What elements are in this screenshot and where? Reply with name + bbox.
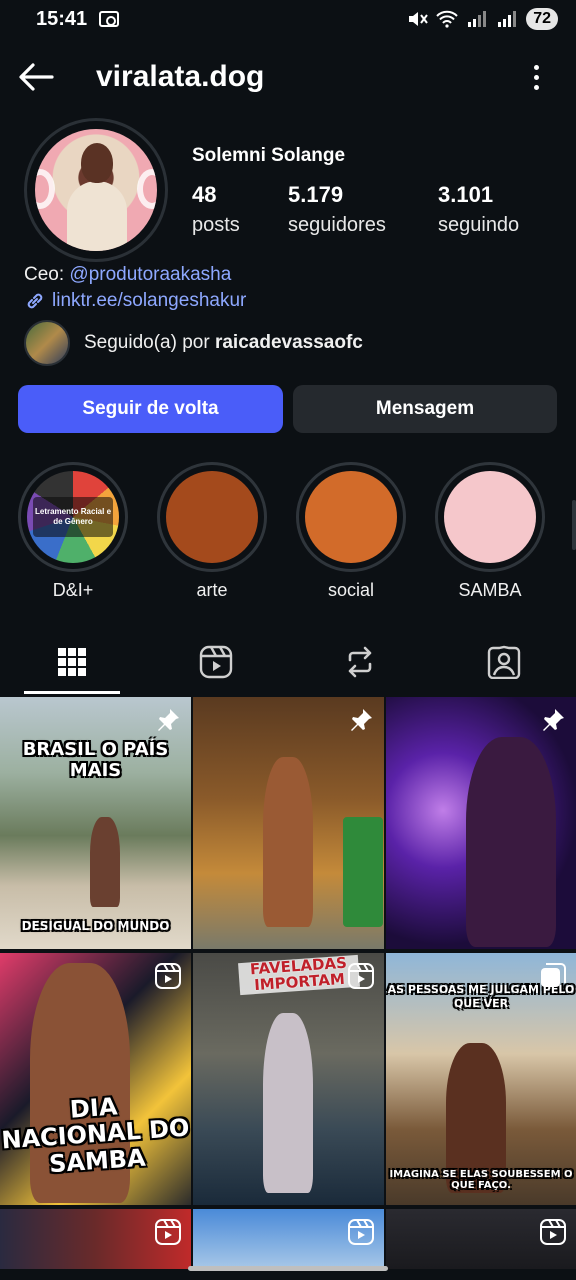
reels-icon <box>155 1219 181 1245</box>
reposts-icon <box>348 646 372 678</box>
signal-icon <box>468 11 487 27</box>
follower-avatar <box>24 320 70 366</box>
profile-header: viralata.dog <box>0 48 576 106</box>
profile-avatar[interactable] <box>24 118 168 262</box>
post-tile[interactable] <box>0 1209 191 1269</box>
bio-text: Ceo: @produtoraakasha <box>24 264 231 286</box>
screenshot-icon <box>99 11 120 27</box>
posts-count[interactable]: 48 posts <box>192 182 240 237</box>
highlight-ring: Letramento Racial e de Gênero <box>18 462 128 572</box>
followed-by-row[interactable]: Seguido(a) por raicadevassaofc <box>24 320 363 366</box>
post-tile[interactable] <box>386 697 576 949</box>
back-button[interactable] <box>16 57 56 97</box>
tab-reels[interactable] <box>144 630 288 694</box>
post-overlay-text: IMAGINA SE ELAS SOUBESSEM O QUE FAÇO. <box>389 1169 573 1191</box>
wifi-icon <box>436 10 458 28</box>
highlight-cover <box>166 471 258 563</box>
bio-link-text: linktr.ee/solangeshakur <box>52 290 247 311</box>
bio-prefix: Ceo: <box>24 264 70 285</box>
reels-icon <box>348 1219 374 1245</box>
reels-icon <box>155 963 181 989</box>
page-title: viralata.dog <box>96 60 265 93</box>
mute-icon <box>409 12 429 26</box>
following-count[interactable]: 3.101 seguindo <box>438 182 519 237</box>
stat-value: 3.101 <box>438 182 494 207</box>
more-dot-icon <box>533 64 539 70</box>
reels-icon <box>348 963 374 989</box>
highlight-label: D&I+ <box>52 580 94 600</box>
status-icons: 72 <box>406 8 558 30</box>
stat-value: 5.179 <box>288 182 344 207</box>
post-tile[interactable] <box>386 1209 576 1269</box>
tagged-icon <box>487 645 521 679</box>
pin-icon <box>543 709 564 731</box>
message-button[interactable]: Mensagem <box>293 385 557 433</box>
stat-label: posts <box>192 214 240 236</box>
post-tile[interactable]: DIA NACIONAL DO SAMBA <box>0 953 191 1205</box>
highlight-ring <box>157 462 267 572</box>
avatar-image <box>35 129 157 251</box>
more-dot-icon <box>533 84 539 90</box>
more-options-button[interactable] <box>526 57 546 97</box>
highlight-cover: Letramento Racial e de Gênero <box>27 471 119 563</box>
highlight-cover <box>305 471 397 563</box>
tab-tagged[interactable] <box>432 630 576 694</box>
back-arrow-icon <box>19 63 54 91</box>
post-overlay-text: DESIGUAL DO MUNDO <box>21 919 170 933</box>
battery-indicator: 72 <box>526 8 558 30</box>
pin-icon <box>351 709 372 731</box>
highlight-cover-text: Letramento Racial e de Gênero <box>33 497 113 537</box>
more-dot-icon <box>533 74 539 80</box>
post-overlay-text: FAVELADAS IMPORTAM <box>238 954 360 995</box>
post-tile[interactable]: BRASIL O PAÍS MAIS DESIGUAL DO MUNDO <box>0 697 191 949</box>
reels-icon <box>540 1219 566 1245</box>
highlight-samba[interactable]: SAMBA <box>435 462 545 601</box>
post-tile[interactable] <box>193 697 384 949</box>
pin-icon <box>158 709 179 731</box>
highlight-cover <box>444 471 536 563</box>
status-bar: 15:41 72 <box>0 0 576 38</box>
status-time: 15:41 <box>36 7 88 30</box>
highlight-label: social <box>327 580 375 600</box>
post-overlay-text: BRASIL O PAÍS MAIS <box>22 739 169 781</box>
post-tile[interactable]: AS PESSOAS ME JULGAM PELO QUE VER IMAGIN… <box>386 953 576 1205</box>
highlight-dei[interactable]: Letramento Racial e de Gênero D&I+ <box>18 462 128 601</box>
highlight-ring <box>296 462 406 572</box>
profile-full-name: Solemni Solange <box>192 145 346 166</box>
followed-by-text: Seguido(a) por raicadevassaofc <box>84 332 363 353</box>
stat-label: seguindo <box>438 214 520 236</box>
tab-grid[interactable] <box>0 630 144 694</box>
bio-mention-link[interactable]: @produtoraakasha <box>69 264 231 285</box>
stat-value: 48 <box>192 182 217 207</box>
highlight-partial[interactable] <box>572 500 576 550</box>
posts-grid: BRASIL O PAÍS MAIS DESIGUAL DO MUNDO DIA… <box>0 697 576 1269</box>
profile-tabs <box>0 630 576 694</box>
post-tile[interactable]: FAVELADAS IMPORTAM <box>193 953 384 1205</box>
highlight-label: SAMBA <box>458 580 522 600</box>
highlight-ring <box>435 462 545 572</box>
carousel-icon <box>541 963 566 987</box>
highlight-social[interactable]: social <box>296 462 406 601</box>
highlight-label: arte <box>196 580 228 600</box>
stat-label: seguidores <box>288 214 386 236</box>
followers-count[interactable]: 5.179 seguidores <box>288 182 386 237</box>
highlight-arte[interactable]: arte <box>157 462 267 601</box>
post-overlay-text: DIA NACIONAL DO SAMBA <box>0 1092 191 1179</box>
home-indicator[interactable] <box>188 1266 388 1271</box>
tab-reposts[interactable] <box>288 630 432 694</box>
bio-link[interactable]: linktr.ee/solangeshakur <box>24 290 246 312</box>
grid-icon <box>58 648 86 676</box>
follow-back-button[interactable]: Seguir de volta <box>18 385 283 433</box>
signal-2-icon <box>498 11 517 27</box>
post-tile[interactable] <box>193 1209 384 1269</box>
link-icon <box>27 293 43 309</box>
reels-icon <box>199 645 233 679</box>
